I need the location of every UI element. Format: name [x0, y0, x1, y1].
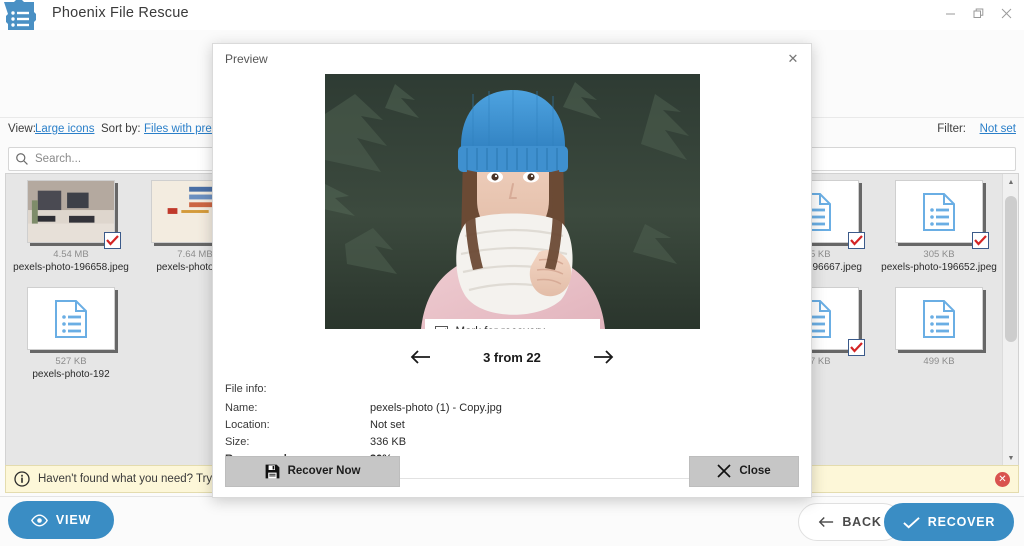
dialog-footer: Recover Now Close — [213, 445, 811, 497]
dialog-title-bar: Preview ✕ — [213, 44, 811, 74]
document-icon — [55, 299, 87, 338]
file-size: 305 KB — [923, 249, 955, 260]
view-button-label: VIEW — [55, 513, 92, 527]
preview-dialog: Preview ✕ 3 from 22 File info: Name: pex… — [212, 43, 812, 498]
file-size: 527 KB — [55, 356, 87, 367]
preview-image-container: Mark for recovery — [324, 74, 700, 329]
file-name: pexels-photo-196652.jpeg — [881, 262, 997, 273]
selection-checkbox[interactable] — [104, 232, 121, 249]
file-thumbnail[interactable] — [895, 287, 983, 350]
application-window: Phoenix File Rescue View: Large icons So… — [0, 0, 1024, 546]
file-tile[interactable]: 527 KB pexels-photo-192 — [12, 287, 130, 388]
filter-label: Filter: — [937, 123, 966, 135]
mark-for-recovery-row[interactable]: Mark for recovery — [424, 319, 600, 329]
save-icon — [265, 464, 279, 478]
title-bar: Phoenix File Rescue — [0, 0, 1024, 34]
file-tile[interactable]: 499 KB — [880, 287, 998, 388]
view-mode-link[interactable]: Large icons — [35, 123, 94, 135]
file-tile[interactable]: 305 KB pexels-photo-196652.jpeg — [880, 180, 998, 281]
chevron-down-icon[interactable]: ▼ — [1003, 450, 1018, 466]
file-info-value: pexels-photo (1) - Copy.jpg — [370, 402, 502, 414]
close-icon[interactable]: ✕ — [783, 49, 803, 69]
chevron-up-icon[interactable]: ▲ — [1003, 174, 1018, 190]
filter-link[interactable]: Not set — [980, 123, 1016, 135]
window-controls — [936, 0, 1020, 26]
search-icon — [16, 153, 28, 165]
file-thumbnail[interactable] — [27, 287, 115, 350]
grid-scrollbar[interactable]: ▲ ▼ — [1002, 174, 1018, 466]
selection-checkbox[interactable] — [848, 232, 865, 249]
file-info-value: Not set — [370, 419, 405, 431]
scrollbar-thumb[interactable] — [1005, 196, 1017, 342]
arrow-left-icon[interactable] — [407, 346, 433, 368]
sort-label: Sort by: — [101, 123, 141, 135]
selection-checkbox[interactable] — [972, 232, 989, 249]
check-icon — [903, 516, 920, 528]
recover-now-label: Recover Now — [287, 465, 361, 477]
minimize-icon[interactable] — [936, 1, 964, 25]
file-thumbnail[interactable] — [895, 180, 989, 249]
close-icon — [717, 464, 731, 478]
file-info-key: Name: — [225, 402, 258, 414]
close-circle-icon[interactable]: ✕ — [995, 472, 1010, 487]
mark-for-recovery-label: Mark for recovery — [456, 326, 545, 329]
close-icon[interactable] — [992, 1, 1020, 25]
file-tile[interactable]: 4.54 MB pexels-photo-196658.jpeg — [12, 180, 130, 281]
file-info-row: Location: Not set — [225, 419, 799, 431]
document-icon — [923, 192, 955, 231]
back-button-label: BACK — [842, 515, 882, 529]
hint-text: Haven't found what you need? Try this: — [38, 473, 237, 485]
file-info-heading: File info: — [225, 383, 267, 395]
photo-thumbnail — [28, 181, 114, 242]
selection-checkbox[interactable] — [848, 339, 865, 356]
preview-image — [324, 74, 700, 329]
file-info-key: Location: — [225, 419, 270, 431]
file-name: pexels-photo-192 — [32, 369, 110, 380]
arrow-left-icon — [819, 517, 834, 527]
dialog-close-label: Close — [739, 465, 771, 477]
view-button[interactable]: VIEW — [8, 501, 114, 539]
preview-navigation: 3 from 22 — [213, 337, 811, 377]
info-icon — [14, 471, 30, 487]
file-thumbnail[interactable] — [27, 180, 121, 249]
dialog-close-button[interactable]: Close — [689, 455, 799, 487]
recover-now-button[interactable]: Recover Now — [225, 455, 400, 487]
view-label: View: — [8, 123, 36, 135]
preview-counter: 3 from 22 — [483, 349, 541, 365]
file-name: pexels-photo-196658.jpeg — [13, 262, 129, 273]
arrow-right-icon[interactable] — [591, 346, 617, 368]
file-size: 4.54 MB — [53, 249, 89, 260]
recover-button-label: RECOVER — [927, 515, 996, 529]
file-size: 7.64 MB — [177, 249, 213, 260]
restore-icon[interactable] — [964, 1, 992, 25]
recover-button[interactable]: RECOVER — [884, 503, 1014, 541]
app-title: Phoenix File Rescue — [52, 5, 189, 21]
file-info-row: Name: pexels-photo (1) - Copy.jpg — [225, 402, 799, 414]
document-icon — [923, 299, 955, 338]
file-size: 499 KB — [923, 356, 955, 367]
mark-for-recovery-checkbox[interactable] — [434, 325, 448, 329]
dialog-title: Preview — [225, 52, 268, 66]
eye-icon — [30, 514, 48, 526]
